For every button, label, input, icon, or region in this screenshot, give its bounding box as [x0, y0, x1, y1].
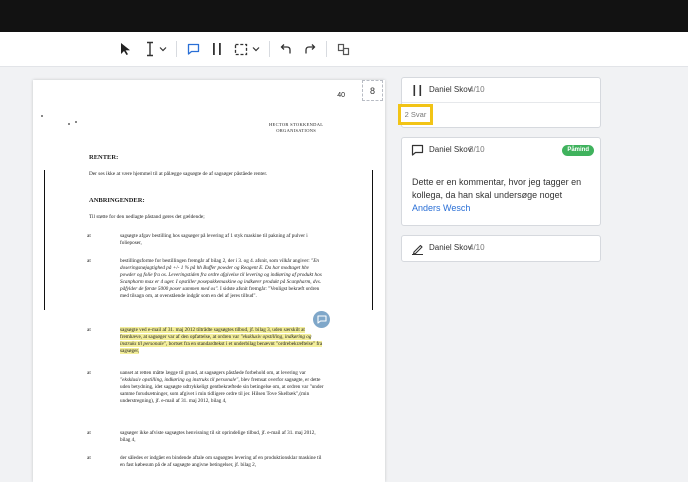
comment-header: Daniel Skov 4/10 — [402, 236, 600, 258]
comment-body: Dette er en kommentar, hvor jeg tagger e… — [412, 177, 582, 213]
user-mention-link[interactable]: Anders Wesch — [412, 203, 470, 213]
area-select-tool-button[interactable] — [233, 39, 249, 59]
compare-tool-button[interactable] — [335, 39, 351, 59]
area-tool-dropdown[interactable] — [251, 39, 261, 59]
scan-speck — [41, 115, 43, 117]
scan-speck — [68, 123, 70, 125]
replies-button[interactable]: 2 Svar — [398, 104, 433, 125]
comment-author: Daniel Skov — [429, 243, 472, 252]
comment-icon — [410, 143, 424, 157]
redo-icon — [305, 44, 316, 54]
letterhead-logo: HECTOR STOKKENDAL ORGANISATIONS — [269, 122, 324, 133]
text-cursor-icon — [147, 41, 153, 57]
comment-pin[interactable] — [313, 311, 330, 328]
comment-header: Daniel Skov 8/10 Påmind — [402, 138, 600, 160]
undo-icon — [280, 44, 291, 54]
comment-author: Daniel Skov — [429, 145, 472, 154]
list-item: bestillingsforme for bestillingen fremgå… — [120, 258, 322, 299]
anbringender-intro: Til støtte for den nedlagte påstand gøre… — [89, 214, 205, 220]
signature-icon — [410, 241, 424, 255]
divider — [402, 102, 600, 103]
compare-pages-icon — [337, 43, 349, 55]
document-page: 40 HECTOR STOKKENDAL ORGANISATIONS RENTE… — [33, 80, 385, 482]
document-page-number: 40 — [337, 92, 345, 99]
chevron-down-icon — [159, 47, 167, 52]
toolbar-divider — [176, 41, 177, 57]
toolbar-divider — [326, 41, 327, 57]
markup-bar-right — [372, 170, 374, 310]
annotation-toolbar — [0, 32, 688, 67]
list-marker: at — [87, 258, 91, 264]
top-bar — [0, 0, 688, 32]
comment-icon — [187, 43, 199, 55]
reminder-badge[interactable]: Påmind — [562, 145, 594, 156]
redo-button[interactable] — [302, 39, 318, 59]
comment-tool-button[interactable] — [185, 39, 201, 59]
comment-date: 4/10 — [469, 243, 485, 252]
markup-tool-button[interactable] — [209, 39, 225, 59]
list-marker: at — [87, 233, 91, 239]
cursor-arrow-icon — [121, 43, 130, 55]
comment-card[interactable]: Daniel Skov 4/10 — [401, 235, 601, 262]
pointer-tool-button[interactable] — [118, 39, 134, 59]
toolbar-divider — [269, 41, 270, 57]
text-tool-dropdown[interactable] — [158, 39, 168, 59]
scan-speck — [75, 121, 77, 123]
pause-markup-icon — [410, 83, 424, 97]
comment-date: 4/10 — [469, 85, 485, 94]
list-item: uanset at retten måtte lægge til grund, … — [120, 370, 324, 404]
heading-renter: RENTER: — [89, 154, 119, 161]
highlighted-list-item[interactable]: sagsøgte ved e-mail af 31. maj 2012 tilt… — [120, 327, 325, 355]
list-marker: at — [87, 327, 91, 333]
comment-author: Daniel Skov — [429, 85, 472, 94]
comment-date: 8/10 — [469, 145, 485, 154]
comment-icon — [316, 315, 327, 324]
heading-anbringender: ANBRINGENDER: — [89, 197, 145, 204]
comment-header: Daniel Skov 4/10 — [402, 78, 600, 100]
list-marker: at — [87, 430, 91, 436]
list-marker: at — [87, 455, 91, 461]
list-item: der således er indgået en bindende aftal… — [120, 455, 322, 468]
comment-card[interactable]: Daniel Skov 8/10 Påmind Dette er en komm… — [401, 137, 601, 226]
text-select-tool-button[interactable] — [143, 39, 157, 59]
renter-paragraph: Der ses ikke at være hjemmel til at pålæ… — [89, 171, 268, 177]
dashed-rectangle-icon — [234, 43, 248, 55]
list-item: sagsøger ikke afviste sagsøgtes henvisni… — [120, 430, 316, 443]
undo-button[interactable] — [278, 39, 294, 59]
page-indicator[interactable]: 8 — [362, 80, 383, 101]
pause-markup-icon — [213, 43, 221, 55]
list-marker: at — [87, 370, 91, 376]
chevron-down-icon — [252, 47, 260, 52]
list-item: sagsøgte afgav bestilling hos sagsøger p… — [120, 233, 308, 246]
markup-bar-left — [44, 170, 46, 310]
